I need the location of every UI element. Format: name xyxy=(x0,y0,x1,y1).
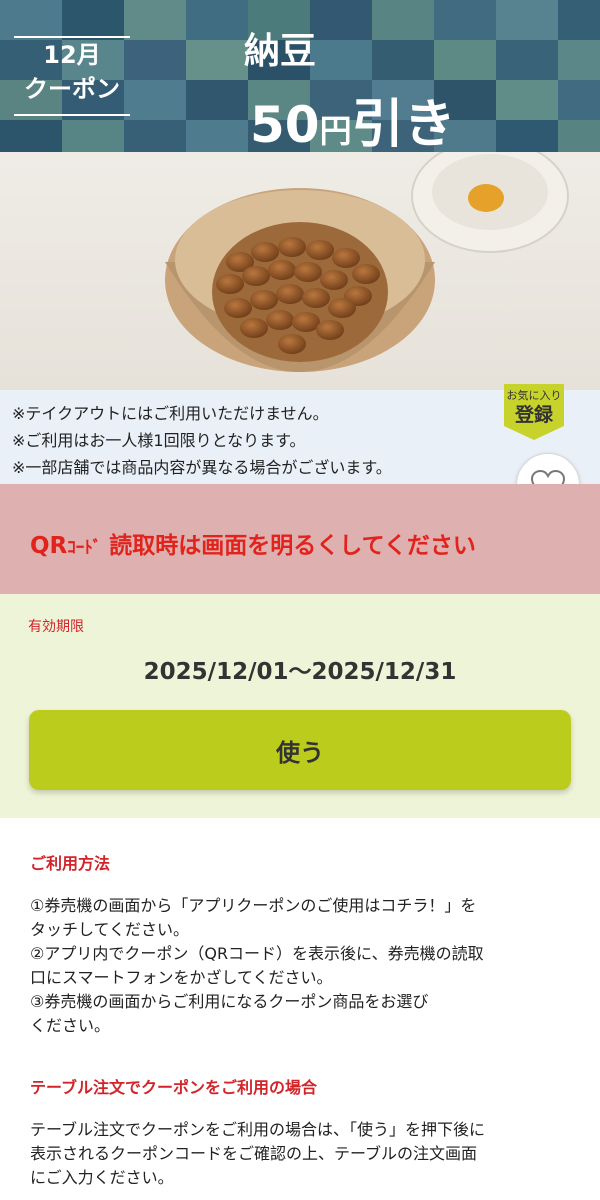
how-to-line: タッチしてください。 xyxy=(30,920,190,939)
how-to-line: ①券売機の画面から「アプリクーポンのご使用はコチラ！」を xyxy=(30,896,477,915)
alert-code: ｺｰﾄﾞ xyxy=(67,538,102,558)
qr-brightness-alert: QRｺｰﾄﾞ 読取時は画面を明るくしてください xyxy=(0,484,600,594)
favorite-register-badge: お気に入り 登録 xyxy=(500,384,568,440)
how-to-title: ご利用方法 xyxy=(30,854,111,873)
alert-body: 読取時は画面を明るくしてください xyxy=(109,533,476,559)
validity-section: 有効期限 2025/12/01～2025/12/31 使う xyxy=(0,594,600,818)
how-to-line: ください。 xyxy=(30,1016,111,1035)
discount-yen: 円 xyxy=(319,112,352,150)
validity-label: 有効期限 xyxy=(28,619,84,635)
discount-amount: 50円引き xyxy=(250,82,456,152)
discount-suffix: 引き xyxy=(351,95,456,152)
month-label-line1: 12月 xyxy=(43,41,101,69)
coupon-banner: 12月 クーポン 納豆 50円引き xyxy=(0,0,600,152)
instructions-section: ご利用方法 ①券売機の画面から「アプリクーポンのご使用はコチラ！」を タッチして… xyxy=(0,818,600,1200)
favorite-big-label: 登録 xyxy=(514,404,553,426)
note-once-per-person: ※ご利用はお一人様1回限りとなります。 xyxy=(12,431,306,450)
table-order-line: にご入力ください。 xyxy=(30,1168,174,1187)
table-order-line: テーブル注文でクーポンをご利用の場合は、「使う」を押下後に xyxy=(30,1120,486,1139)
how-to-line: 口にスマートフォンをかざしてください。 xyxy=(30,968,333,987)
validity-dates: 2025/12/01～2025/12/31 xyxy=(143,659,457,685)
how-to-line: ③券売機の画面からご利用になるクーポン商品をお選び xyxy=(30,992,429,1011)
how-to-line: ②アプリ内でクーポン（QRコード）を表示後に、券売機の読取 xyxy=(30,944,484,963)
note-takeout: ※テイクアウトにはご利用いただけません。 xyxy=(12,404,329,423)
alert-message: QRｺｰﾄﾞ 読取時は画面を明るくしてください xyxy=(30,526,476,560)
month-coupon-label: 12月 クーポン xyxy=(14,36,130,116)
note-store-difference: ※一部店舗では商品内容が異なる場合がございます。 xyxy=(12,458,392,477)
discount-number: 50 xyxy=(250,96,320,152)
table-order-line: 表示されるクーポンコードをご確認の上、テーブルの注文画面 xyxy=(30,1144,478,1163)
alert-qr: QR xyxy=(30,533,68,559)
table-order-title: テーブル注文でクーポンをご利用の場合 xyxy=(30,1078,318,1097)
use-button[interactable]: 使う xyxy=(29,710,571,790)
product-name: 納豆 xyxy=(244,31,317,72)
month-label-line2: クーポン xyxy=(24,75,120,103)
natto-bowl-image xyxy=(165,152,569,372)
product-photo xyxy=(0,152,600,390)
